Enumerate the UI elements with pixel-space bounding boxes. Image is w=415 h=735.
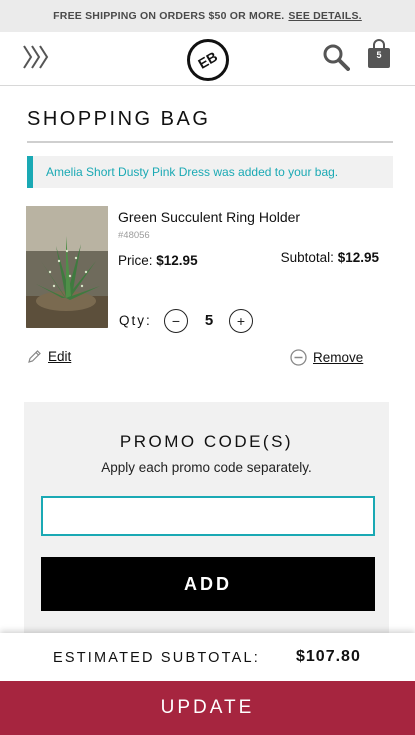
title-divider (27, 141, 393, 143)
remove-label: Remove (313, 350, 364, 365)
shipping-promo-text: FREE SHIPPING ON ORDERS $50 OR MORE. (53, 10, 285, 22)
update-button[interactable]: UPDATE (0, 681, 415, 735)
added-to-bag-text: Amelia Short Dusty Pink Dress was added … (46, 165, 339, 179)
subtotal-label: Subtotal: (280, 250, 334, 265)
qty-label: Qty: (119, 313, 152, 328)
promo-code-panel: PROMO CODE(S) Apply each promo code sepa… (24, 402, 389, 642)
brand-logo[interactable]: EB (187, 39, 229, 81)
promo-title: PROMO CODE(S) (119, 432, 294, 451)
product-price: Price: $12.95 (118, 253, 198, 268)
price-value: $12.95 (156, 253, 198, 268)
menu-chevron-icon (23, 45, 49, 69)
see-details-link[interactable]: SEE DETAILS. (288, 10, 361, 22)
shipping-promo-bar: FREE SHIPPING ON ORDERS $50 OR MORE. SEE… (0, 0, 415, 32)
product-image[interactable] (26, 206, 108, 328)
minus-circle-icon (290, 349, 307, 366)
qty-decrease-button[interactable]: − (164, 309, 188, 333)
promo-code-input[interactable] (41, 496, 375, 536)
estimated-subtotal-bar: ESTIMATED SUBTOTAL: $107.80 (0, 633, 415, 681)
minus-icon: − (171, 313, 181, 329)
edit-item-button[interactable]: Edit (27, 349, 71, 364)
plus-icon: + (236, 313, 246, 329)
search-icon (323, 44, 350, 71)
product-sku: #48056 (118, 230, 150, 241)
edit-label: Edit (48, 349, 72, 364)
estimated-subtotal-label: ESTIMATED SUBTOTAL: (53, 650, 260, 666)
added-to-bag-notice: Amelia Short Dusty Pink Dress was added … (27, 156, 393, 188)
bag-count-badge: 5 (376, 50, 382, 60)
page-title: SHOPPING BAG (27, 108, 211, 130)
menu-button[interactable] (22, 44, 52, 70)
qty-increase-button[interactable]: + (229, 309, 253, 333)
site-header: EB 5 (0, 32, 415, 86)
cart-page: { "promo_bar": { "text": "FREE SHIPPING … (0, 0, 415, 735)
add-promo-button[interactable]: ADD (41, 557, 375, 611)
succulent-photo (26, 206, 108, 328)
search-button[interactable] (322, 43, 350, 71)
subtotal-value: $12.95 (337, 250, 379, 265)
promo-subtitle: Apply each promo code separately. (101, 460, 312, 475)
qty-value: 5 (204, 312, 214, 329)
remove-item-button[interactable]: Remove (290, 349, 363, 366)
product-subtotal: Subtotal: $12.95 (281, 250, 379, 265)
shopping-bag-button[interactable]: 5 (367, 39, 391, 69)
price-label: Price: (118, 253, 153, 268)
logo-text: EB (195, 48, 221, 72)
pencil-icon (28, 350, 41, 363)
estimated-subtotal-value: $107.80 (296, 648, 361, 665)
product-name[interactable]: Green Succulent Ring Holder (118, 209, 300, 225)
